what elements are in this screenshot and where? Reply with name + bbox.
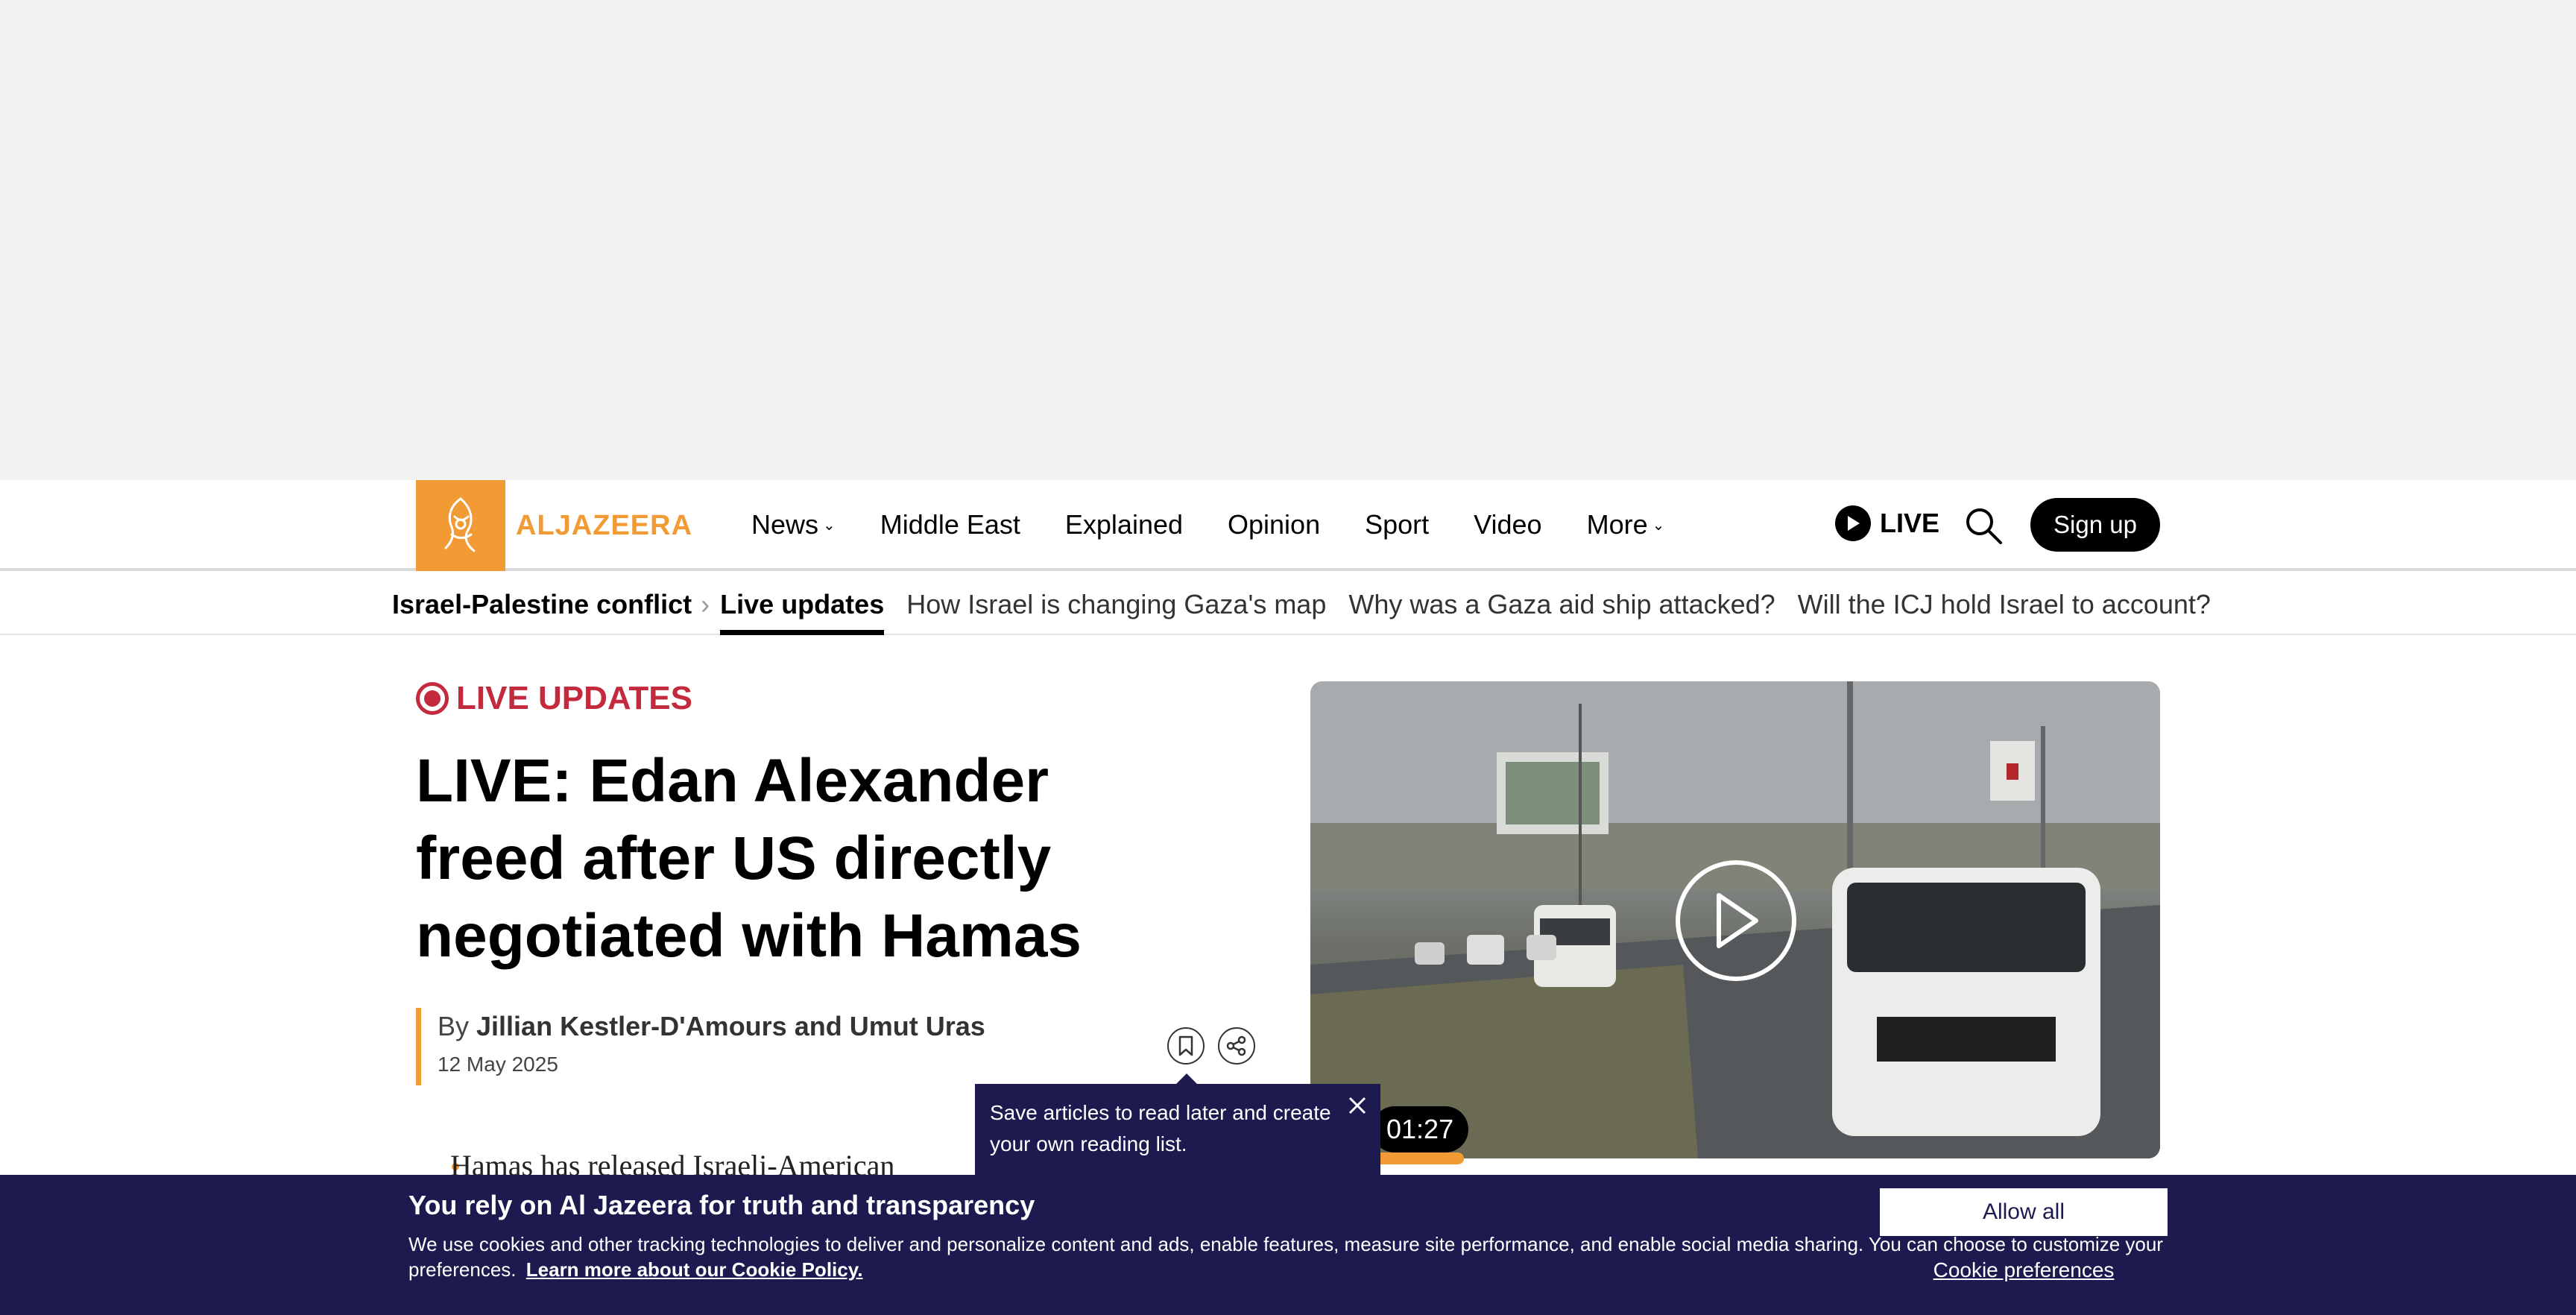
subnav-item-live-updates[interactable]: Live updates bbox=[720, 574, 885, 635]
nav-label: More bbox=[1586, 509, 1648, 540]
publish-date: 12 May 2025 bbox=[438, 1053, 558, 1076]
video-progress-bar[interactable] bbox=[1371, 1152, 1464, 1164]
cookie-consent-banner: You rely on Al Jazeera for truth and tra… bbox=[0, 1175, 2576, 1315]
tooltip-arrow bbox=[1176, 1073, 1197, 1084]
article-headline: LIVE: Edan Alexander freed after US dire… bbox=[416, 747, 1082, 970]
subnav-item-aid-ship[interactable]: Why was a Gaza aid ship attacked? bbox=[1348, 574, 1775, 635]
play-icon[interactable] bbox=[1676, 860, 1796, 981]
author-names[interactable]: Jillian Kestler-D'Amours and Umut Uras bbox=[476, 1011, 985, 1041]
main-navbar: ALJAZEERA News ⌄ Middle East Explained Op… bbox=[0, 480, 2576, 571]
live-updates-text: LIVE UPDATES bbox=[456, 680, 693, 716]
nav-label: Explained bbox=[1064, 509, 1184, 540]
allow-all-button[interactable]: Allow all bbox=[1880, 1188, 2168, 1236]
nav-item-sport[interactable]: Sport bbox=[1365, 509, 1429, 540]
live-label: LIVE bbox=[1880, 508, 1940, 538]
logo-wordmark[interactable]: ALJAZEERA bbox=[516, 507, 692, 544]
nav-item-video[interactable]: Video bbox=[1474, 509, 1541, 540]
article-byline: By Jillian Kestler-D'Amours and Umut Ura… bbox=[416, 1008, 985, 1085]
cookie-title: You rely on Al Jazeera for truth and tra… bbox=[408, 1190, 1035, 1220]
share-icon[interactable] bbox=[1218, 1027, 1255, 1065]
nav-item-more[interactable]: More ⌄ bbox=[1587, 509, 1665, 540]
live-tv-link[interactable]: LIVE bbox=[1835, 505, 1939, 541]
topic-subnav: Israel-Palestine conflict › Live updates… bbox=[0, 574, 2576, 635]
cookie-policy-link[interactable]: Learn more about our Cookie Policy. bbox=[526, 1258, 863, 1281]
byline-authors: By Jillian Kestler-D'Amours and Umut Ura… bbox=[438, 1008, 985, 1045]
search-icon[interactable] bbox=[1963, 505, 2004, 546]
cookie-preferences-link[interactable]: Cookie preferences bbox=[1880, 1258, 2168, 1282]
byline-prefix: By bbox=[438, 1011, 470, 1041]
live-indicator-icon bbox=[416, 682, 449, 715]
bookmark-icon[interactable] bbox=[1167, 1027, 1205, 1065]
nav-item-news[interactable]: News ⌄ bbox=[751, 509, 836, 540]
topic-breadcrumb[interactable]: Israel-Palestine conflict bbox=[392, 589, 692, 620]
nav-label: Sport bbox=[1365, 509, 1430, 540]
nav-item-opinion[interactable]: Opinion bbox=[1228, 509, 1320, 540]
subnav-item-icj[interactable]: Will the ICJ hold Israel to account? bbox=[1798, 574, 2211, 635]
save-articles-tooltip: Save articles to read later and create y… bbox=[975, 1084, 1380, 1178]
sign-up-button[interactable]: Sign up bbox=[2030, 498, 2160, 552]
ad-placeholder bbox=[0, 0, 2576, 480]
chevron-down-icon: ⌄ bbox=[823, 517, 836, 534]
nav-item-explained[interactable]: Explained bbox=[1065, 509, 1183, 540]
primary-nav: News ⌄ Middle East Explained Opinion Spor… bbox=[751, 502, 1709, 547]
logo-calligraphy-icon bbox=[444, 497, 476, 552]
nav-label: Opinion bbox=[1228, 509, 1321, 540]
nav-label: News bbox=[751, 509, 819, 540]
nav-item-middle-east[interactable]: Middle East bbox=[880, 509, 1020, 540]
play-icon bbox=[1835, 505, 1871, 541]
close-icon[interactable] bbox=[1346, 1094, 1368, 1117]
video-duration: 01:27 bbox=[1371, 1106, 1469, 1152]
live-updates-label: LIVE UPDATES bbox=[416, 680, 692, 717]
subnav-item-gaza-map[interactable]: How Israel is changing Gaza's map bbox=[906, 574, 1326, 635]
nav-label: Video bbox=[1474, 509, 1542, 540]
chevron-down-icon: ⌄ bbox=[1652, 517, 1665, 534]
nav-label: Middle East bbox=[880, 509, 1020, 540]
aljazeera-logo[interactable] bbox=[416, 480, 505, 571]
chevron-right-icon: › bbox=[701, 589, 710, 619]
